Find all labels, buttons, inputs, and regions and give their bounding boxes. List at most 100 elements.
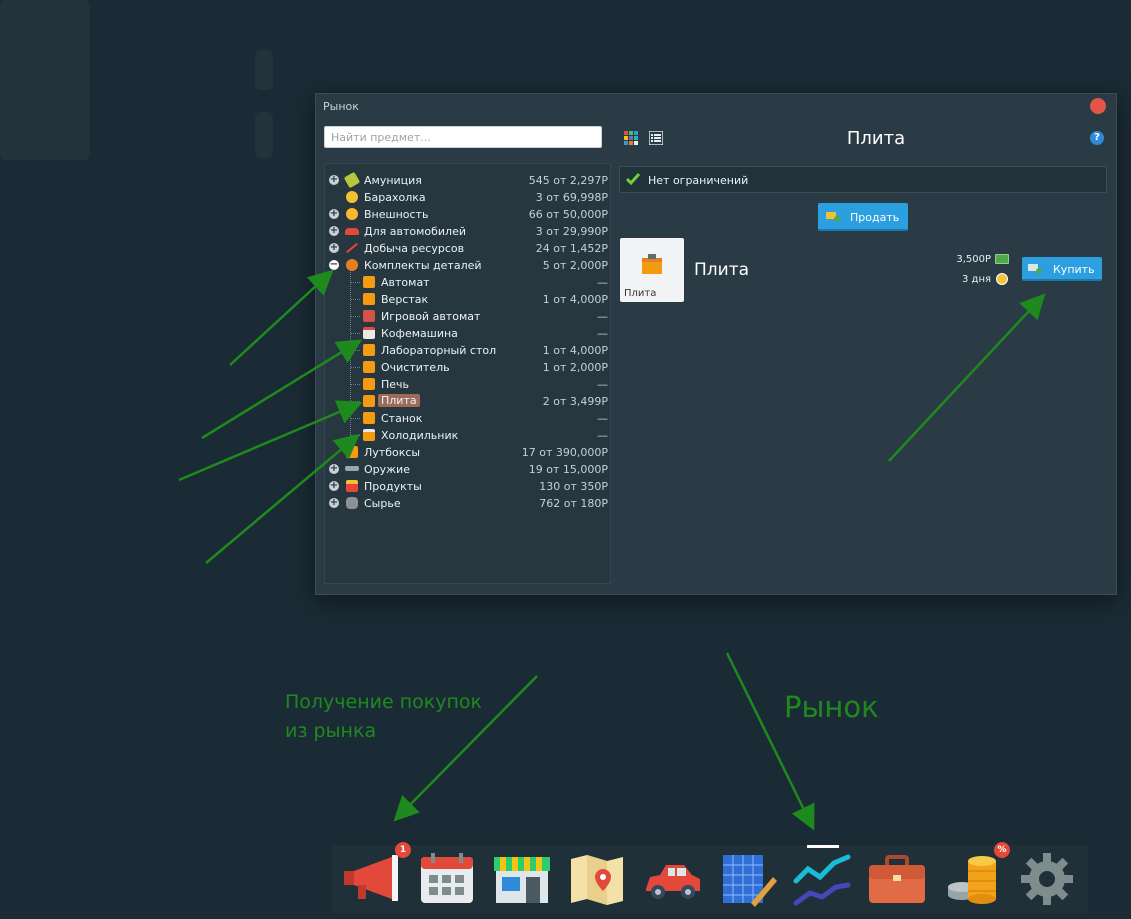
food-icon	[346, 480, 358, 492]
expand-toggle-icon[interactable]: +	[329, 498, 339, 508]
parts-box-icon	[363, 310, 375, 322]
window-title: Рынок	[323, 100, 359, 113]
purchases-annotation: Получение покупок из рынка	[285, 691, 483, 742]
parts-box-icon	[363, 378, 375, 390]
expand-toggle-icon[interactable]: +	[329, 481, 339, 491]
tree-subitem[interactable]: Кофемашина —	[325, 325, 612, 342]
gun-icon	[345, 466, 359, 471]
sell-button[interactable]: Продать	[818, 203, 908, 231]
grid-view-icon[interactable]	[624, 131, 638, 145]
annotation-arrow	[725, 652, 815, 831]
tree-branch-line	[351, 367, 360, 368]
title-bar: Рынок	[316, 94, 1116, 118]
tree-category-food[interactable]: + Продукты 130 от 350Р	[325, 478, 612, 495]
tree-branch-line	[351, 333, 360, 334]
parts-box-icon	[363, 344, 375, 356]
tree-subitem-selected[interactable]: Плита 2 от 3,499Р	[325, 393, 612, 410]
selected-item-title: Плита	[846, 128, 906, 149]
tree-category-appearance[interactable]: + Внешность 66 от 50,000Р	[325, 206, 612, 223]
clock-icon	[996, 273, 1008, 285]
ore-icon	[346, 497, 358, 509]
tree-subitem[interactable]: Станок —	[325, 410, 612, 427]
taskbar: 1 %	[332, 842, 1088, 913]
listing-duration: 3 дня	[961, 274, 991, 285]
tree-category-raw[interactable]: + Сырье 762 от 180Р	[325, 495, 612, 512]
tree-branch-line	[351, 316, 360, 317]
help-icon[interactable]: ?	[1090, 131, 1104, 145]
pickaxe-icon	[345, 242, 359, 254]
restriction-status: Нет ограничений	[619, 166, 1107, 193]
parts-box-icon	[642, 254, 662, 274]
parts-box-icon	[363, 412, 375, 424]
briefcase-icon[interactable]	[865, 851, 929, 907]
coin-icon	[346, 191, 358, 203]
parts-box-icon	[363, 293, 375, 305]
parts-box-icon	[363, 276, 375, 288]
car-icon[interactable]	[640, 851, 704, 907]
parts-box-icon	[363, 361, 375, 373]
notification-badge: 1	[395, 842, 411, 858]
tree-category-ammo[interactable]: + Амуниция 545 от 2,297Р	[325, 171, 612, 189]
expand-toggle-icon[interactable]: +	[329, 209, 339, 219]
tree-subitem[interactable]: Автомат —	[325, 274, 612, 291]
car-icon	[345, 228, 359, 235]
expand-toggle-icon[interactable]: +	[329, 226, 339, 236]
tree-category-flea[interactable]: Барахолка 3 от 69,998Р	[325, 189, 612, 206]
blueprint-icon[interactable]	[715, 851, 779, 907]
background-shape	[255, 50, 273, 90]
map-icon[interactable]	[565, 851, 629, 907]
expand-toggle-icon[interactable]: +	[329, 464, 339, 474]
tree-subitem[interactable]: Игровой автомат —	[325, 308, 612, 325]
expand-toggle-icon[interactable]: +	[329, 243, 339, 253]
item-card[interactable]: Плита	[620, 238, 684, 302]
face-icon	[346, 208, 358, 220]
box-icon	[346, 446, 358, 458]
tree-branch-line	[351, 418, 360, 419]
tree-subitem[interactable]: Печь —	[325, 376, 612, 393]
market-annotation: Рынок	[784, 690, 879, 724]
megaphone-icon[interactable]	[340, 851, 404, 907]
tree-branch-line	[351, 435, 360, 436]
expand-toggle-icon[interactable]: +	[329, 175, 339, 185]
coins-icon[interactable]	[940, 851, 1004, 907]
listing-price: 3,500Р	[956, 254, 991, 265]
tree-branch-line	[351, 350, 360, 351]
tree-branch-line	[351, 282, 360, 283]
tree-category-part-kits[interactable]: − Комплекты деталей 5 от 2,000Р	[325, 257, 612, 274]
sell-cart-icon	[826, 212, 840, 222]
parts-box-icon	[363, 327, 375, 339]
calendar-icon[interactable]	[415, 851, 479, 907]
market-window: Рынок Плита ? + Амуниция 545 от 2,297Р Б…	[315, 93, 1117, 595]
tree-subitem[interactable]: Очиститель 1 от 2,000Р	[325, 359, 612, 376]
search-input[interactable]	[324, 126, 602, 148]
tree-category-mining[interactable]: + Добыча ресурсов 24 от 1,452Р	[325, 240, 612, 257]
close-button[interactable]	[1090, 98, 1106, 114]
tree-branch-line	[351, 384, 360, 385]
tree-category-lootboxes[interactable]: Лутбоксы 17 от 390,000Р	[325, 444, 612, 461]
shop-icon[interactable]	[490, 851, 554, 907]
checkmark-icon	[626, 173, 640, 186]
buy-cart-icon	[1028, 264, 1042, 274]
item-name: Плита	[694, 260, 750, 280]
tree-branch-line	[351, 401, 360, 402]
tree-subitem[interactable]: Верстак 1 от 4,000Р	[325, 291, 612, 308]
market-chart-icon[interactable]	[790, 851, 854, 907]
gears-icon	[346, 259, 358, 271]
category-tree: + Амуниция 545 от 2,297Р Барахолка 3 от …	[324, 163, 611, 584]
tree-branch-line	[351, 299, 360, 300]
buy-button[interactable]: Купить	[1022, 257, 1102, 281]
tree-category-weapons[interactable]: + Оружие 19 от 15,000Р	[325, 461, 612, 478]
discount-badge: %	[994, 842, 1010, 858]
background-shape	[0, 0, 90, 160]
tree-category-cars[interactable]: + Для автомобилей 3 от 29,990Р	[325, 223, 612, 240]
tree-subitem[interactable]: Лабораторный стол 1 от 4,000Р	[325, 342, 612, 359]
active-indicator	[807, 845, 839, 848]
tree-subitem[interactable]: Холодильник —	[325, 427, 612, 444]
parts-box-icon	[363, 429, 375, 441]
settings-gear-icon[interactable]	[1015, 851, 1079, 907]
collapse-toggle-icon[interactable]: −	[329, 260, 339, 270]
ammo-icon	[343, 171, 361, 189]
background-shape	[255, 112, 273, 158]
list-view-icon[interactable]	[649, 131, 663, 145]
money-icon	[995, 254, 1009, 264]
